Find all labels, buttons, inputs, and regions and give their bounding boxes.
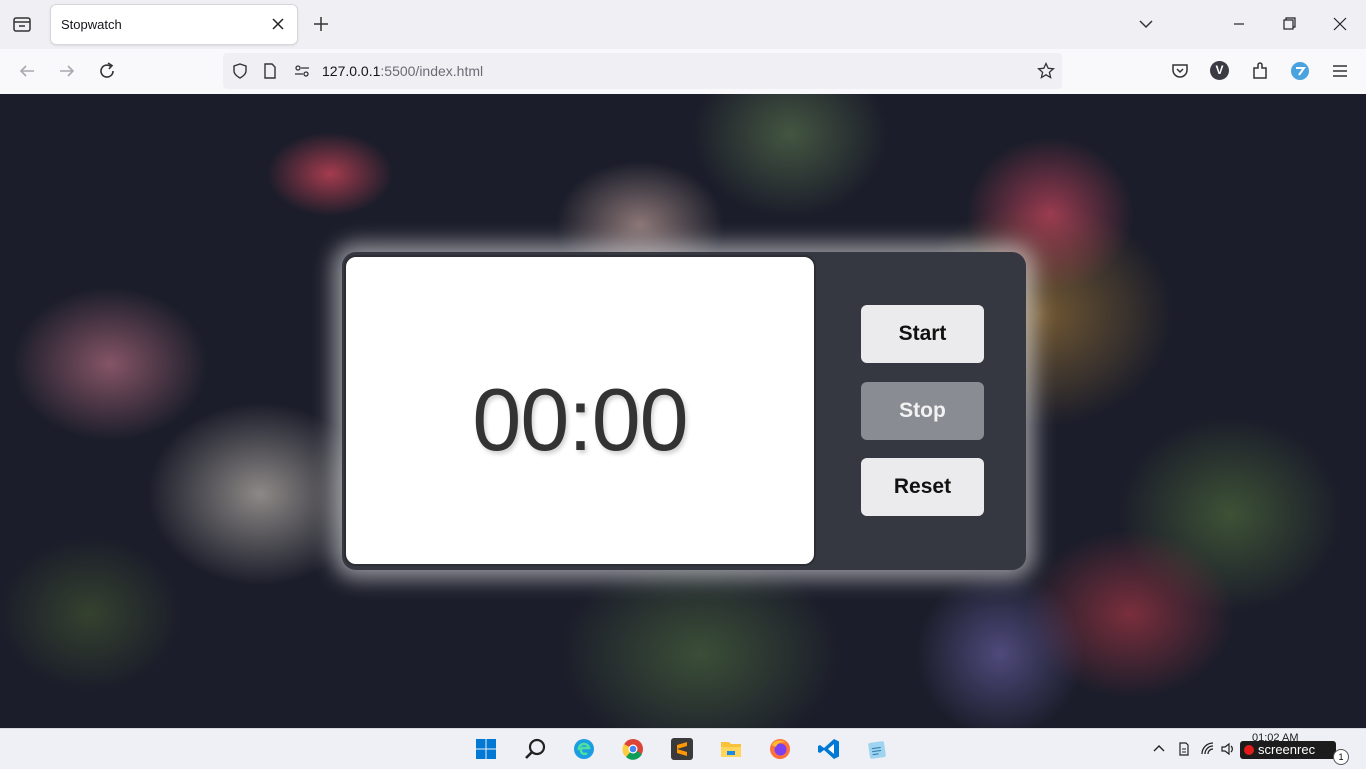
extension-icon[interactable]: [1290, 61, 1310, 81]
screen-recorder-badge[interactable]: screenrec: [1240, 741, 1336, 759]
forward-icon[interactable]: [57, 61, 77, 81]
plus-icon[interactable]: [312, 15, 330, 33]
volume-icon[interactable]: [1220, 741, 1236, 757]
extensions-icon[interactable]: [1250, 61, 1270, 81]
time-display: 00:00: [344, 255, 816, 566]
search-icon[interactable]: [523, 737, 547, 761]
time-readout: 00:00: [472, 370, 688, 469]
page-icon[interactable]: [261, 62, 279, 80]
url-host: 127.0.0.1: [322, 63, 381, 79]
windows-start-icon[interactable]: [474, 737, 498, 761]
file-explorer-icon[interactable]: [719, 737, 743, 761]
browser-tab[interactable]: Stopwatch: [51, 5, 297, 44]
shield-icon[interactable]: [231, 62, 249, 80]
notepad-icon[interactable]: [866, 737, 890, 761]
browser-tab-bar: Stopwatch: [0, 0, 1366, 49]
minimize-icon[interactable]: [1230, 15, 1248, 33]
stopwatch-card: 00:00 Start Stop Reset: [342, 252, 1026, 570]
window-close-icon[interactable]: [1331, 15, 1349, 33]
chevron-up-icon[interactable]: [1151, 741, 1167, 757]
record-dot-icon: [1244, 745, 1254, 755]
chrome-icon[interactable]: [621, 737, 645, 761]
back-icon[interactable]: [17, 61, 37, 81]
browser-nav-bar: 127.0.0.1:5500/index.html V: [0, 49, 1366, 95]
reload-icon[interactable]: [97, 61, 117, 81]
close-icon[interactable]: [269, 15, 287, 33]
battery-doc-icon[interactable]: [1176, 741, 1192, 757]
vscode-icon[interactable]: [817, 737, 841, 761]
tab-title: Stopwatch: [61, 17, 122, 32]
sublime-icon[interactable]: [670, 737, 694, 761]
site-info-icon[interactable]: [293, 62, 311, 80]
page-content: 00:00 Start Stop Reset: [0, 94, 1366, 728]
recorder-label: screenrec: [1258, 742, 1316, 757]
url-bar[interactable]: 127.0.0.1:5500/index.html: [223, 53, 1062, 89]
taskbar: 01:02 AM screenrec 1: [0, 728, 1366, 769]
menu-icon[interactable]: [1330, 61, 1350, 81]
url-text: 127.0.0.1:5500/index.html: [322, 63, 483, 79]
notification-badge[interactable]: 1: [1333, 749, 1349, 765]
edge-icon[interactable]: [572, 737, 596, 761]
stop-button[interactable]: Stop: [861, 382, 984, 440]
wifi-icon[interactable]: [1200, 741, 1216, 757]
profile-icon[interactable]: V: [1210, 61, 1229, 80]
star-icon[interactable]: [1037, 62, 1055, 80]
firefox-icon[interactable]: [768, 737, 792, 761]
restore-icon[interactable]: [1280, 15, 1298, 33]
tabs-list-icon[interactable]: [12, 14, 32, 34]
start-button[interactable]: Start: [861, 305, 984, 363]
url-path: :5500/index.html: [380, 63, 484, 79]
chevron-down-icon[interactable]: [1137, 15, 1155, 33]
reset-button[interactable]: Reset: [861, 458, 984, 516]
pocket-icon[interactable]: [1170, 61, 1190, 81]
